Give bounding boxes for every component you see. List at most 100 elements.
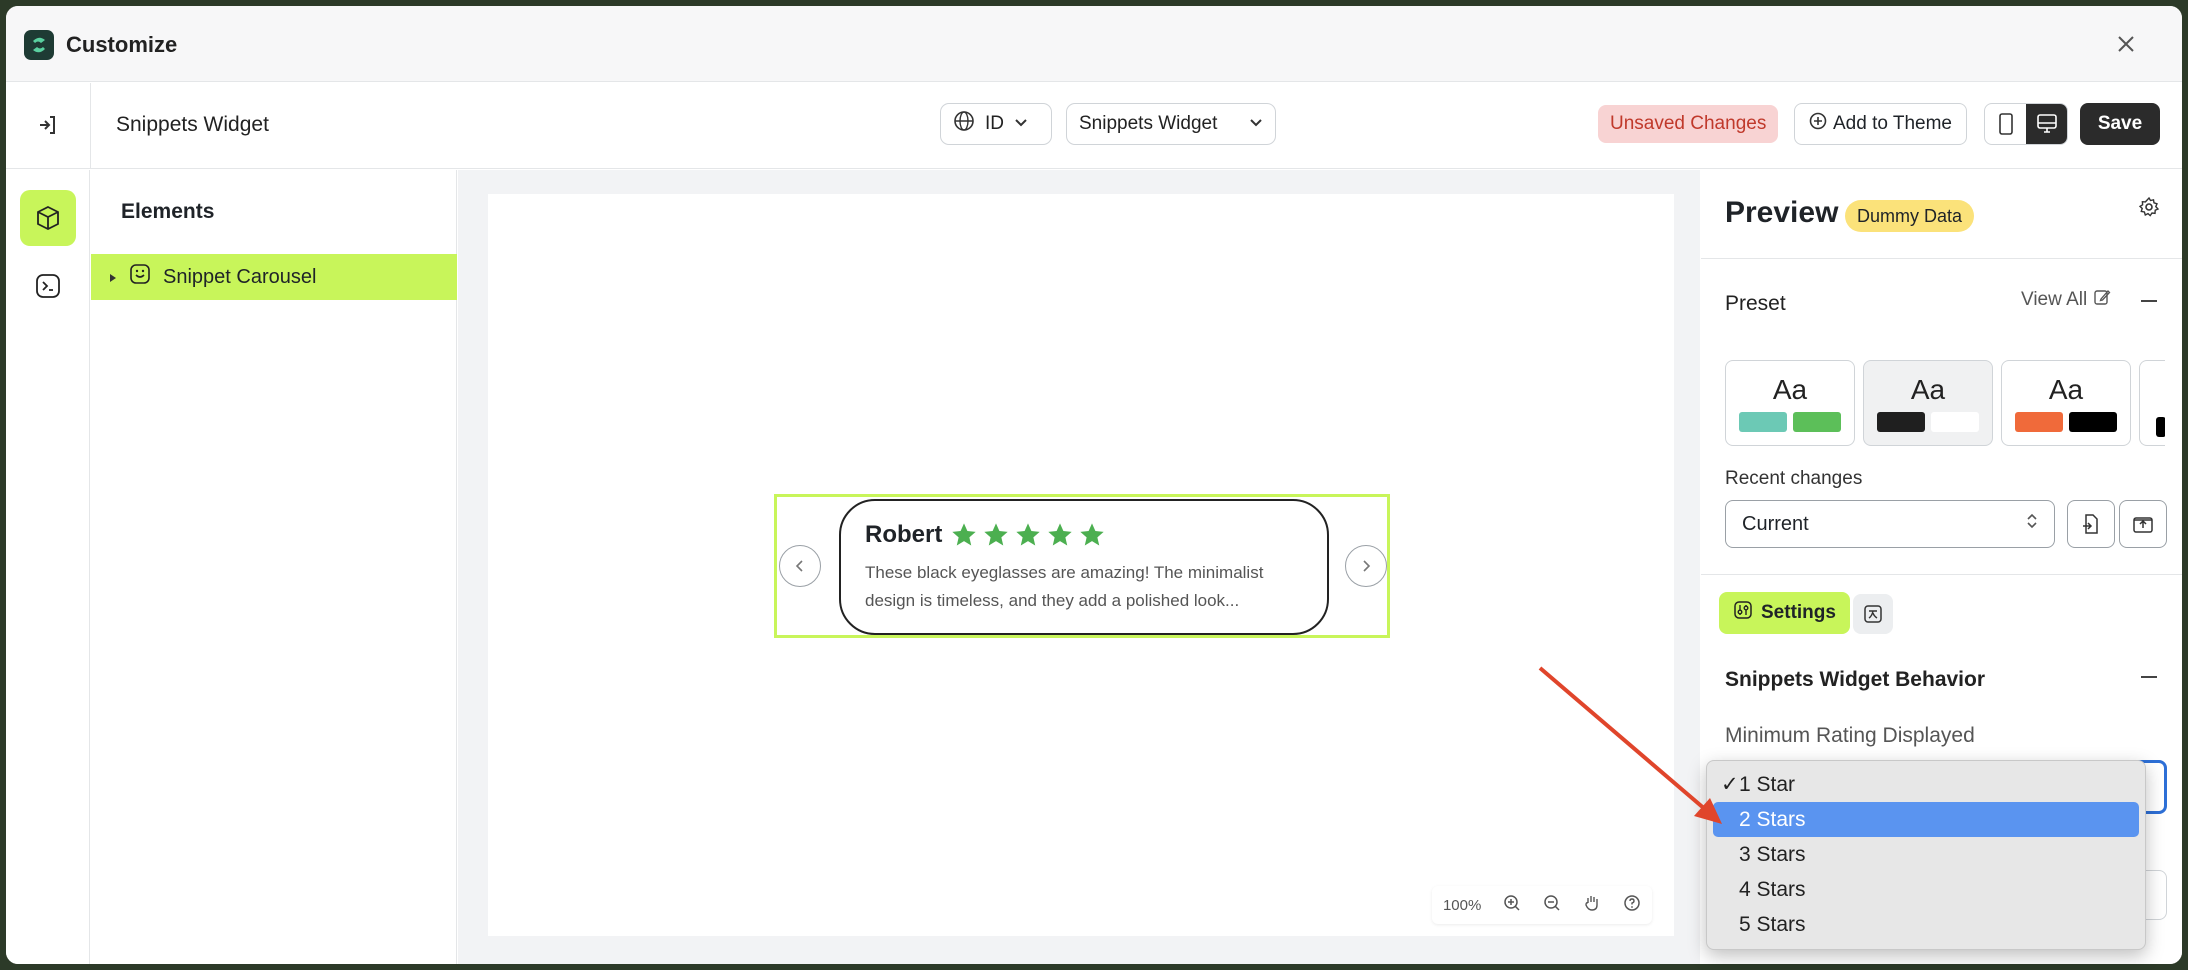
preset-glyph: Aa xyxy=(1772,374,1808,405)
zoom-toolbar: 100% xyxy=(1432,886,1652,924)
unsaved-changes-badge: Unsaved Changes xyxy=(1598,105,1779,143)
widget-select[interactable]: Snippets Widget xyxy=(1066,103,1276,145)
dropdown-option[interactable]: ✓ 1 Star xyxy=(1713,767,2139,802)
caret-right-icon[interactable] xyxy=(109,266,117,289)
elements-tab-icon[interactable] xyxy=(20,190,76,246)
app-logo-icon xyxy=(24,30,54,60)
import-icon[interactable] xyxy=(2067,500,2115,548)
device-toggle xyxy=(1984,103,2068,145)
help-icon[interactable] xyxy=(1623,894,1641,916)
code-tab-icon[interactable] xyxy=(20,258,76,314)
language-select[interactable]: ID xyxy=(940,103,1052,145)
save-button[interactable]: Save xyxy=(2080,103,2160,145)
elements-heading: Elements xyxy=(121,200,215,223)
window-title: Customize xyxy=(66,32,178,57)
color-swatch xyxy=(1931,412,1979,432)
preset-glyph: Aa xyxy=(2048,374,2084,405)
dropdown-option-label: 1 Star xyxy=(1739,772,1796,796)
element-item-snippet-carousel[interactable]: Snippet Carousel xyxy=(91,254,457,300)
behavior-section-title: Snippets Widget Behavior xyxy=(1725,668,1986,691)
left-rail xyxy=(6,170,90,964)
toolbar-divider xyxy=(90,83,91,169)
panel-divider xyxy=(1701,574,2182,575)
check-mark-icon: ✓ xyxy=(1721,773,1739,796)
color-swatch xyxy=(1877,412,1925,432)
add-to-theme-button[interactable]: Add to Theme xyxy=(1794,103,1968,145)
dropdown-option-label: 2 Stars xyxy=(1739,807,1806,831)
language-value: ID xyxy=(985,113,1004,134)
star-icon xyxy=(1016,523,1041,546)
settings-tab-label: Settings xyxy=(1761,602,1836,623)
top-toolbar: Snippets Widget ID Snippets Widget Unsav… xyxy=(6,83,2182,169)
add-to-theme-label: Add to Theme xyxy=(1833,113,1953,134)
gear-icon[interactable] xyxy=(2138,196,2160,223)
review-text-line: These black eyeglasses are amazing! The … xyxy=(865,563,1264,582)
snippet-carousel-widget[interactable]: Robert These black eyeglasses are amazin… xyxy=(774,494,1390,638)
recent-changes-select[interactable]: Current xyxy=(1725,500,2055,548)
min-rating-dropdown: ✓ 1 Star 2 Stars 3 Stars 4 Stars 5 Stars xyxy=(1706,760,2146,950)
dropdown-option[interactable]: 5 Stars xyxy=(1713,907,2139,942)
preset-card[interactable]: Aa xyxy=(1863,360,1993,446)
hand-pan-icon[interactable] xyxy=(1583,894,1601,916)
star-rating xyxy=(950,521,1106,549)
preview-title: Preview xyxy=(1725,196,1839,229)
preview-stage: Robert These black eyeglasses are amazin… xyxy=(488,194,1674,936)
carousel-icon xyxy=(129,263,151,291)
preset-card[interactable]: Aa xyxy=(2001,360,2131,446)
zoom-level: 100% xyxy=(1442,896,1482,914)
desktop-view-icon[interactable] xyxy=(2026,104,2067,144)
widget-select-value: Snippets Widget xyxy=(1079,113,1218,134)
color-swatch xyxy=(2069,412,2117,432)
elements-panel: Elements Snippet Carousel xyxy=(91,170,457,964)
review-header: Robert xyxy=(865,521,1303,549)
dropdown-option-label: 5 Stars xyxy=(1739,912,1806,936)
mobile-view-icon[interactable] xyxy=(1985,104,2026,144)
review-text-line: design is timeless, and they add a polis… xyxy=(865,591,1240,610)
reviewer-name: Robert xyxy=(865,521,943,548)
translate-icon[interactable] xyxy=(1853,594,1893,634)
widget-title: Snippets Widget xyxy=(116,113,269,136)
collapse-preset-icon[interactable] xyxy=(2141,300,2157,302)
review-text: These black eyeglasses are amazing! The … xyxy=(865,559,1303,615)
preset-card-partial[interactable] xyxy=(2139,360,2165,446)
dummy-data-badge: Dummy Data xyxy=(1845,200,1975,232)
export-icon[interactable] xyxy=(2119,500,2167,548)
plus-circle-icon xyxy=(1809,112,1827,136)
panel-divider xyxy=(1701,258,2182,259)
edit-icon xyxy=(2093,288,2111,312)
dropdown-option[interactable]: 4 Stars xyxy=(1713,872,2139,907)
carousel-next-button[interactable] xyxy=(1345,545,1387,587)
color-swatch xyxy=(1739,412,1787,432)
collapse-behavior-icon[interactable] xyxy=(2141,676,2157,678)
carousel-prev-button[interactable] xyxy=(779,545,821,587)
star-icon xyxy=(1048,523,1073,546)
color-swatch xyxy=(2155,417,2165,437)
exit-icon[interactable] xyxy=(30,107,66,143)
color-swatch xyxy=(2015,412,2063,432)
dropdown-option[interactable]: 2 Stars xyxy=(1713,802,2139,837)
tab-settings[interactable]: Settings xyxy=(1719,592,1850,634)
preset-glyph: Aa xyxy=(1910,374,1946,405)
review-card: Robert These black eyeglasses are amazin… xyxy=(839,499,1329,635)
chevron-down-icon xyxy=(1014,113,1028,135)
preset-card[interactable]: Aa xyxy=(1725,360,1855,446)
color-swatch xyxy=(1793,412,1841,432)
element-item-label: Snippet Carousel xyxy=(163,265,317,288)
recent-changes-value: Current xyxy=(1742,512,1809,535)
zoom-out-icon[interactable] xyxy=(1543,894,1561,916)
sliders-icon xyxy=(1733,600,1753,626)
dropdown-option-label: 4 Stars xyxy=(1739,877,1806,901)
min-rating-label: Minimum Rating Displayed xyxy=(1725,724,1975,747)
globe-icon xyxy=(953,110,975,138)
view-all-link[interactable]: View All xyxy=(2021,288,2111,312)
dropdown-option-label: 3 Stars xyxy=(1739,842,1806,866)
star-icon xyxy=(952,523,977,546)
recent-changes-label: Recent changes xyxy=(1725,468,1863,489)
zoom-in-icon[interactable] xyxy=(1503,894,1521,916)
view-all-label: View All xyxy=(2021,289,2088,310)
star-icon xyxy=(984,523,1009,546)
chevron-updown-icon xyxy=(2026,512,2038,536)
dropdown-option[interactable]: 3 Stars xyxy=(1713,837,2139,872)
star-icon xyxy=(1080,523,1105,546)
close-icon[interactable] xyxy=(2110,28,2142,60)
